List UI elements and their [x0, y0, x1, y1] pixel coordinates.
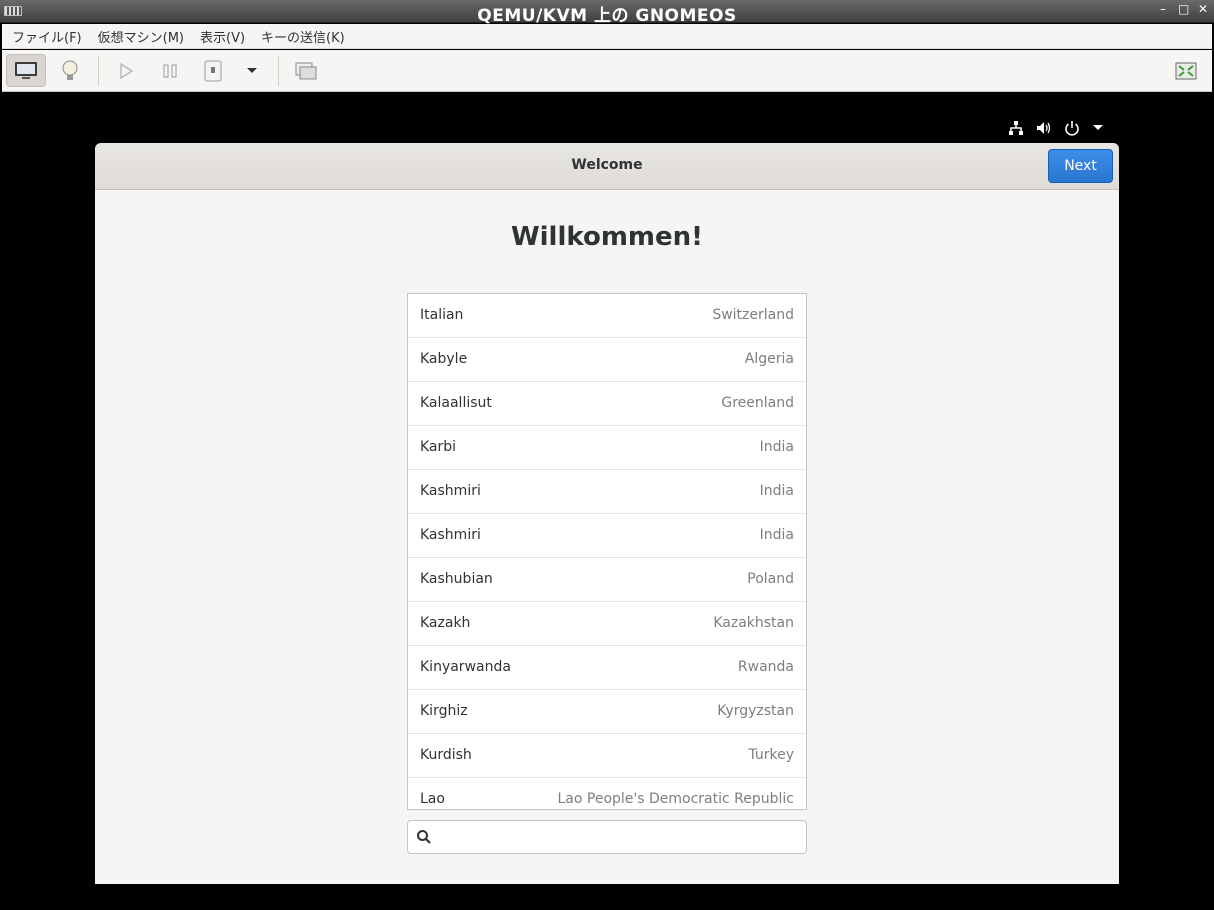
toolbar-separator: [98, 56, 99, 86]
list-item[interactable]: Kalaallisut Greenland: [408, 382, 806, 426]
list-item[interactable]: Karbi India: [408, 426, 806, 470]
chevron-down-icon: [247, 67, 257, 73]
power-icon: [1065, 121, 1079, 136]
initial-setup-window: Welcome Next Willkommen! Italian Switzer…: [95, 143, 1119, 884]
language-region: Lao People's Democratic Republic: [557, 791, 795, 807]
list-item[interactable]: Kurdish Turkey: [408, 734, 806, 778]
maximize-button[interactable]: □: [1178, 2, 1189, 16]
language-name: Kirghiz: [420, 703, 468, 719]
search-field[interactable]: [407, 820, 807, 854]
search-input[interactable]: [442, 825, 798, 849]
language-name: Kashubian: [420, 571, 493, 587]
language-region: India: [759, 527, 794, 543]
language-name: Kazakh: [420, 615, 471, 631]
fullscreen-button[interactable]: [1166, 54, 1206, 87]
language-name: Lao: [420, 791, 445, 807]
language-region: Kyrgyzstan: [717, 703, 794, 719]
language-region: Poland: [747, 571, 794, 587]
language-name: Kabyle: [420, 351, 468, 367]
snapshot-button[interactable]: [286, 54, 326, 87]
language-region: India: [759, 439, 794, 455]
language-name: Karbi: [420, 439, 457, 455]
play-icon: [120, 62, 134, 79]
menu-bar: ファイル(F) 仮想マシン(M) 表示(V) キーの送信(K): [2, 24, 1212, 49]
close-button[interactable]: ✕: [1198, 2, 1208, 16]
toolbar: [2, 50, 1212, 92]
menu-file[interactable]: ファイル(F): [6, 27, 88, 46]
language-region: Algeria: [744, 351, 794, 367]
power-switch-icon: [204, 60, 222, 81]
snapshot-icon: [295, 62, 317, 79]
shutdown-button[interactable]: [193, 54, 233, 87]
toolbar-separator: [278, 56, 279, 86]
language-region: India: [759, 483, 794, 499]
system-status-area[interactable]: [1008, 120, 1104, 136]
list-item[interactable]: Kabyle Algeria: [408, 338, 806, 382]
monitor-icon: [15, 61, 37, 79]
header-bar: Welcome Next: [95, 143, 1119, 190]
language-region: Kazakhstan: [713, 615, 794, 631]
language-region: Turkey: [748, 747, 794, 763]
pause-icon: [163, 64, 177, 77]
list-item[interactable]: Kazakh Kazakhstan: [408, 602, 806, 646]
language-region: Rwanda: [737, 659, 794, 675]
language-name: Kashmiri: [420, 527, 481, 543]
header-title: Welcome: [571, 157, 643, 173]
vm-viewer-window: QEMU/KVM 上の GNOMEOS – □ ✕ ファイル(F) 仮想マシン(…: [0, 0, 1214, 910]
language-name: Italian: [420, 307, 464, 323]
lightbulb-icon: [62, 60, 78, 80]
language-region: Greenland: [721, 395, 794, 411]
search-icon: [417, 830, 431, 844]
language-name: Kashmiri: [420, 483, 481, 499]
language-region: Switzerland: [712, 307, 794, 323]
shutdown-menu-button[interactable]: [232, 54, 272, 87]
language-name: Kalaallisut: [420, 395, 492, 411]
list-item[interactable]: Kirghiz Kyrgyzstan: [408, 690, 806, 734]
menu-virtual-machine[interactable]: 仮想マシン(M): [92, 27, 190, 46]
list-item[interactable]: Kinyarwanda Rwanda: [408, 646, 806, 690]
window-controls: – □ ✕: [1158, 2, 1208, 16]
window-title: QEMU/KVM 上の GNOMEOS: [477, 6, 737, 26]
language-name: Kinyarwanda: [420, 659, 511, 675]
list-item[interactable]: Kashubian Poland: [408, 558, 806, 602]
list-item[interactable]: Kashmiri India: [408, 470, 806, 514]
system-menu-arrow-icon: [1093, 125, 1103, 130]
list-item[interactable]: Italian Switzerland: [408, 294, 806, 338]
list-item[interactable]: Kashmiri India: [408, 514, 806, 558]
volume-icon: [1037, 122, 1051, 134]
language-list[interactable]: Italian Switzerland Kabyle Algeria Kalaa…: [407, 293, 807, 810]
title-bar: QEMU/KVM 上の GNOMEOS – □ ✕: [0, 0, 1214, 26]
network-icon: [1009, 121, 1023, 135]
fullscreen-icon: [1175, 62, 1197, 79]
next-button[interactable]: Next: [1048, 149, 1113, 183]
list-item[interactable]: Lao Lao People's Democratic Republic: [408, 778, 806, 809]
run-button[interactable]: [106, 54, 146, 87]
details-button[interactable]: [50, 54, 90, 87]
console-button[interactable]: [6, 54, 46, 87]
pause-button[interactable]: [150, 54, 190, 87]
language-name: Kurdish: [420, 747, 472, 763]
minimize-button[interactable]: –: [1158, 2, 1168, 16]
menu-send-key[interactable]: キーの送信(K): [255, 27, 351, 46]
menu-view[interactable]: 表示(V): [194, 27, 251, 46]
page-title: Willkommen!: [510, 222, 704, 252]
